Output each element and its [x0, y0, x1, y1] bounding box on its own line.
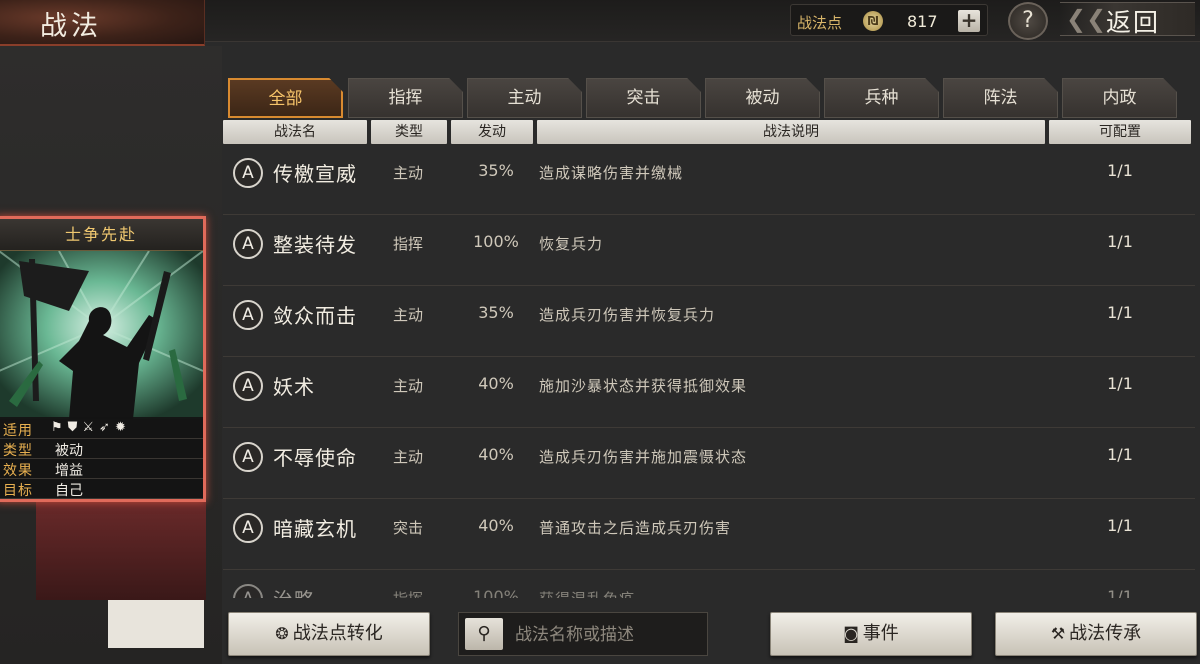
tactic-type: 指挥: [393, 588, 423, 598]
tactic-points-label: 战法点: [797, 14, 843, 32]
tab-domestic[interactable]: 内政: [1062, 78, 1177, 118]
tactic-list: A 传檄宣威 主动 35% 造成谋略伤害并缴械 1/1 A 整装待发 指挥 10…: [223, 144, 1195, 598]
table-row[interactable]: A 整装待发 指挥 100% 恢复兵力 1/1: [223, 215, 1195, 286]
inherit-tactic-button[interactable]: ⚒ 战法传承: [995, 612, 1197, 656]
tactic-rate: 40%: [478, 374, 514, 393]
back-button-label: 返回: [1106, 8, 1161, 37]
tactic-name: 不辱使命: [273, 446, 357, 470]
column-header-rate[interactable]: 发动: [451, 120, 533, 144]
tactic-type: 指挥: [393, 235, 424, 253]
tactic-name: 传檄宣威: [273, 162, 357, 186]
events-label: 事件: [862, 623, 899, 644]
tactic-description: 施加沙暴状态并获得抵御效果: [539, 377, 748, 395]
tab-passive[interactable]: 被动: [705, 78, 820, 118]
card-stats: 适用 ⚑⛊⚔➶✹ 类型 被动 效果 增益 目标 自己: [0, 417, 203, 499]
table-row[interactable]: A 传檄宣威 主动 35% 造成谋略伤害并缴械 1/1: [223, 144, 1195, 215]
unit-type-icons: ⚑⛊⚔➶✹: [51, 420, 131, 435]
help-button[interactable]: ?: [1008, 2, 1048, 40]
tactic-name: 敛众而击: [273, 304, 357, 328]
card-stat-applicable: 适用 ⚑⛊⚔➶✹: [0, 419, 203, 439]
grade-badge: A: [233, 300, 263, 330]
column-header-name[interactable]: 战法名: [223, 120, 367, 144]
tab-formation[interactable]: 阵法: [943, 78, 1058, 118]
table-row[interactable]: A 不辱使命 主动 40% 造成兵刃伤害并施加震慑状态 1/1: [223, 428, 1195, 499]
table-row[interactable]: A 妖术 主动 40% 施加沙暴状态并获得抵御效果 1/1: [223, 357, 1195, 428]
tactic-rate: 35%: [478, 161, 514, 180]
tactic-type: 主动: [393, 377, 424, 395]
card-stat-target: 目标 自己: [0, 479, 203, 499]
tactic-description: 造成谋略伤害并缴械: [539, 164, 684, 182]
grade-badge: A: [233, 371, 263, 401]
add-points-button[interactable]: +: [958, 10, 980, 32]
card-art-warrior-icon: [0, 251, 203, 419]
tactic-rate: 35%: [478, 303, 514, 322]
tactic-type: 突击: [393, 519, 424, 537]
convert-points-label: 战法点转化: [292, 623, 383, 644]
tactic-config: 1/1: [1107, 374, 1133, 393]
tab-troop[interactable]: 兵种: [824, 78, 939, 118]
tab-command[interactable]: 指挥: [348, 78, 463, 118]
inherit-tactic-label: 战法传承: [1069, 623, 1142, 644]
grade-badge: A: [233, 584, 263, 598]
table-row[interactable]: A 治略 指挥 100% 获得混乱免疫 1/1: [223, 570, 1195, 598]
column-header-config[interactable]: 可配置: [1049, 120, 1191, 144]
search-input[interactable]: [515, 621, 703, 649]
tactic-description: 恢复兵力: [539, 235, 604, 253]
tactic-name: 暗藏玄机: [273, 517, 357, 541]
card-title: 士争先赴: [0, 219, 203, 251]
tactic-points-box: 战法点 ₪ 817 +: [790, 4, 988, 36]
grade-badge: A: [233, 513, 263, 543]
tactic-config: 1/1: [1107, 161, 1133, 180]
hammer-icon: ⚒: [1050, 624, 1066, 643]
tactic-config: 1/1: [1107, 303, 1133, 322]
column-header-type[interactable]: 类型: [371, 120, 447, 144]
tactic-name: 治略: [273, 584, 315, 598]
tactic-rate: 100%: [473, 232, 519, 251]
tab-assault[interactable]: 突击: [586, 78, 701, 118]
tactic-description: 获得混乱免疫: [539, 588, 635, 598]
page-title: 战法: [40, 11, 102, 42]
tactic-description: 造成兵刃伤害并施加震慑状态: [539, 448, 748, 466]
tactic-rate: 100%: [473, 587, 519, 598]
stacked-card-behind-2: [108, 600, 204, 648]
tactic-name: 妖术: [273, 375, 315, 399]
tactic-config: 1/1: [1107, 445, 1133, 464]
tactic-config: 1/1: [1107, 516, 1133, 535]
back-button[interactable]: ❮❮ 返回: [1060, 2, 1195, 37]
convert-points-button[interactable]: ❂ 战法点转化: [228, 612, 430, 656]
tactic-rate: 40%: [478, 445, 514, 464]
back-arrow-icon: ❮❮: [1066, 5, 1107, 33]
tactic-type: 主动: [393, 306, 424, 324]
title-plate: 战法: [0, 0, 205, 46]
tactic-config: 1/1: [1107, 232, 1133, 251]
grade-badge: A: [233, 442, 263, 472]
tactic-name: 整装待发: [273, 233, 357, 257]
tactic-rate: 40%: [478, 516, 514, 535]
selected-tactic-card[interactable]: 士争先赴 适用 ⚑⛊⚔➶✹ 类型 被动 效果 增益 目标 自己: [0, 216, 206, 502]
tactic-config: 1/1: [1107, 587, 1133, 598]
stacked-card-behind: [36, 500, 206, 600]
table-row[interactable]: A 敛众而击 主动 35% 造成兵刃伤害并恢复兵力 1/1: [223, 286, 1195, 357]
column-header-description[interactable]: 战法说明: [537, 120, 1045, 144]
tactic-type: 主动: [393, 448, 424, 466]
tactic-type: 主动: [393, 164, 424, 182]
grade-badge: A: [233, 229, 263, 259]
tab-all[interactable]: 全部: [228, 78, 343, 118]
grade-badge: A: [233, 158, 263, 188]
card-stat-type: 类型 被动: [0, 439, 203, 459]
search-icon[interactable]: ⚲: [465, 618, 503, 650]
alert-icon: ◙: [843, 624, 859, 643]
table-row[interactable]: A 暗藏玄机 突击 40% 普通攻击之后造成兵刃伤害 1/1: [223, 499, 1195, 570]
events-button[interactable]: ◙ 事件: [770, 612, 972, 656]
tactic-point-coin-icon: ₪: [863, 11, 883, 31]
tab-active[interactable]: 主动: [467, 78, 582, 118]
search-box: ⚲: [458, 612, 708, 656]
tactic-description: 普通攻击之后造成兵刃伤害: [539, 519, 732, 537]
tactic-description: 造成兵刃伤害并恢复兵力: [539, 306, 716, 324]
drop-icon: ❂: [275, 624, 289, 643]
card-stat-effect: 效果 增益: [0, 459, 203, 479]
tactic-points-value: 817: [907, 12, 938, 31]
